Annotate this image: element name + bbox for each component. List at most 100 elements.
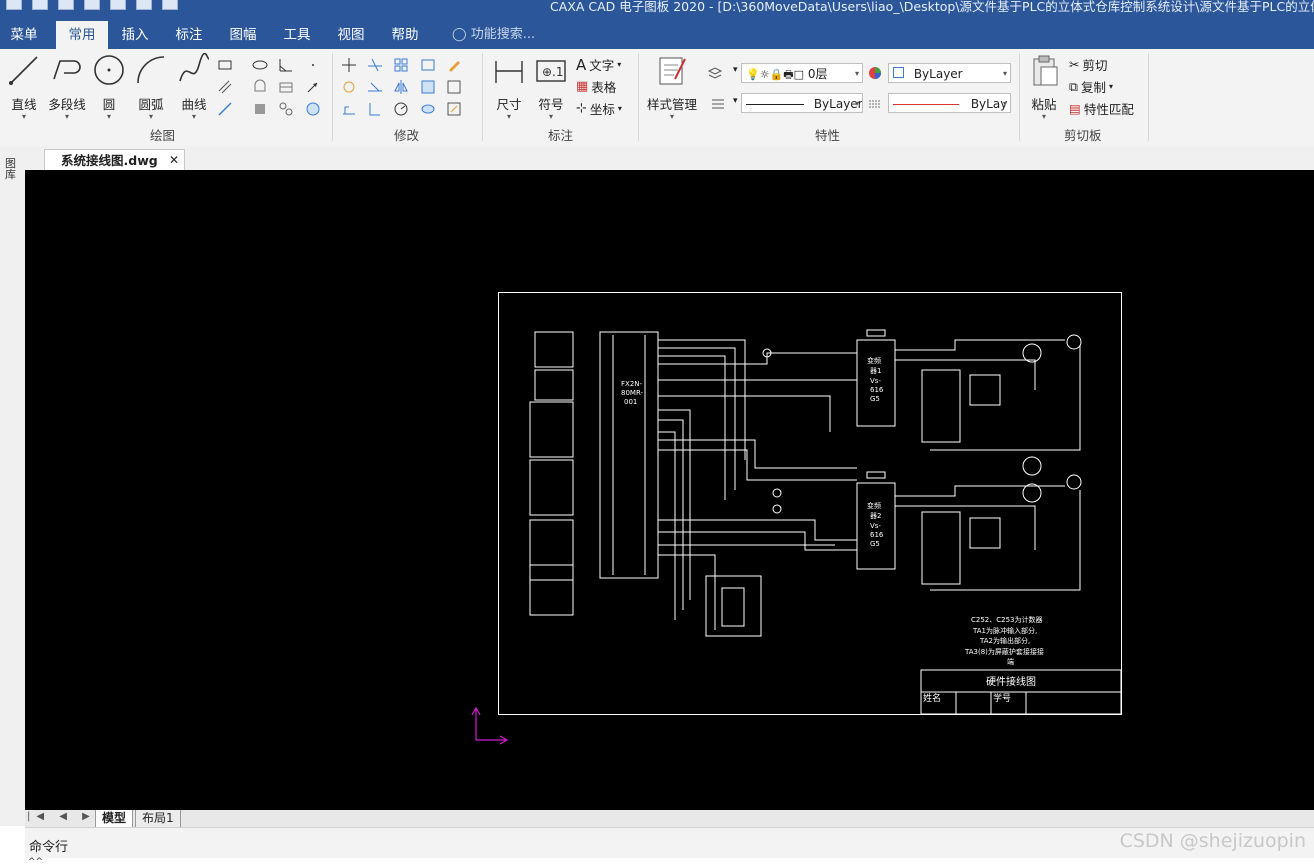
block-icon[interactable] bbox=[252, 101, 268, 117]
redo-icon[interactable] bbox=[162, 0, 178, 10]
mirror-icon[interactable] bbox=[393, 79, 409, 95]
gear-cluster-icon[interactable] bbox=[278, 101, 294, 117]
coordinate-label: 坐标 bbox=[589, 102, 615, 117]
print-icon[interactable] bbox=[110, 0, 126, 10]
chevron-down-icon: ▾ bbox=[1108, 82, 1113, 91]
chevron-down-icon: ▾ bbox=[854, 99, 859, 108]
tab-annotate[interactable]: 标注 bbox=[166, 21, 212, 49]
color-select[interactable]: ByLayer ▾ bbox=[888, 63, 1011, 83]
globe-icon[interactable] bbox=[305, 101, 321, 117]
document-tab[interactable]: 系统接线图.dwg ✕ bbox=[44, 149, 185, 170]
move-icon[interactable] bbox=[341, 57, 357, 73]
lineweight-icon[interactable] bbox=[710, 95, 726, 111]
trim-icon[interactable] bbox=[367, 57, 383, 73]
dimension-icon bbox=[495, 61, 523, 83]
ribbon-tab-bar: 菜单 常用 插入 标注 图幅 工具 视图 帮助 ◯ 功能搜索... bbox=[0, 21, 1314, 49]
layer-dropdown-arrow[interactable]: ▾ bbox=[733, 65, 738, 75]
motor-1 bbox=[1022, 343, 1042, 363]
tab-help[interactable]: 帮助 bbox=[382, 21, 428, 49]
note-line-2: TA1为脉冲输入部分, bbox=[972, 626, 1037, 635]
chevron-down-icon: ▾ bbox=[148, 112, 153, 121]
linestyle-icon[interactable] bbox=[867, 95, 883, 111]
tab-model[interactable]: 模型 bbox=[95, 810, 134, 828]
command-input[interactable]: ^^ bbox=[25, 858, 1314, 867]
edit-icon[interactable] bbox=[446, 101, 462, 117]
new-file-icon[interactable] bbox=[6, 0, 22, 10]
match-properties-button[interactable]: ▤ 特性匹配 bbox=[1069, 99, 1134, 118]
rotate-icon[interactable] bbox=[341, 79, 357, 95]
explode-icon[interactable] bbox=[393, 101, 409, 117]
extend-icon[interactable] bbox=[367, 79, 383, 95]
chevron-down-icon: ▾ bbox=[64, 112, 69, 121]
note-line-4: TA3(8)为屏蔽护套接接接 bbox=[964, 647, 1044, 656]
table-icon: ▦ bbox=[576, 79, 589, 94]
curve-button[interactable]: 曲线 ▾ bbox=[176, 52, 212, 121]
circle-button[interactable]: 圆 ▾ bbox=[92, 53, 126, 121]
construction-line-icon[interactable] bbox=[217, 101, 233, 117]
feature-search[interactable]: ◯ 功能搜索... bbox=[452, 21, 535, 49]
arc-button[interactable]: 圆弧 ▾ bbox=[133, 53, 169, 121]
break-icon[interactable] bbox=[367, 101, 383, 117]
tab-layout1[interactable]: 布局1 bbox=[135, 810, 181, 828]
undo-icon[interactable] bbox=[136, 0, 152, 10]
copy-object-icon[interactable] bbox=[341, 101, 357, 117]
leader-arrow-icon[interactable] bbox=[305, 79, 321, 95]
fillet-icon[interactable] bbox=[446, 79, 462, 95]
layer-select[interactable]: 💡☼🔒🖶□ 0层 ▾ bbox=[741, 63, 863, 83]
table-button[interactable]: ▦ 表格 bbox=[576, 77, 616, 96]
copy-button[interactable]: ⧉ 复制 ▾ bbox=[1069, 77, 1113, 96]
copy-label: 复制 bbox=[1080, 80, 1106, 95]
scale-icon[interactable] bbox=[420, 79, 436, 95]
library-panel-tab[interactable]: 图库 bbox=[5, 158, 17, 180]
save-icon[interactable] bbox=[58, 0, 74, 10]
paste-button[interactable]: 粘贴 ▾ bbox=[1026, 53, 1062, 121]
lineweight-select[interactable]: ByLay ▾ bbox=[888, 93, 1011, 113]
point-icon[interactable] bbox=[305, 57, 321, 73]
line-button[interactable]: 直线 ▾ bbox=[6, 53, 42, 121]
ellipse-icon[interactable] bbox=[252, 57, 268, 73]
text-button[interactable]: A 文字 ▾ bbox=[576, 55, 621, 74]
circle-label: 圆 bbox=[102, 97, 116, 112]
tab-sheet[interactable]: 图幅 bbox=[220, 21, 266, 49]
linetype-select[interactable]: ByLayer ▾ bbox=[741, 93, 863, 113]
angle-line-icon[interactable] bbox=[278, 57, 294, 73]
symbol-button[interactable]: ⊕.1 符号 ▾ bbox=[534, 53, 568, 121]
tab-menu[interactable]: 菜单 bbox=[0, 21, 48, 49]
inverter1-label-4: 616 bbox=[870, 386, 884, 394]
layer-manager-icon[interactable] bbox=[707, 65, 723, 81]
stretch-icon[interactable] bbox=[420, 57, 436, 73]
curve-icon bbox=[179, 52, 210, 82]
close-icon[interactable]: ✕ bbox=[169, 150, 179, 171]
hatch-icon[interactable] bbox=[278, 79, 294, 95]
open-file-icon[interactable] bbox=[32, 0, 48, 10]
library-side-panel: 图库 bbox=[0, 146, 25, 826]
style-manage-button[interactable]: 样式管理 ▾ bbox=[644, 53, 700, 121]
array-icon[interactable] bbox=[393, 57, 409, 73]
tab-insert[interactable]: 插入 bbox=[112, 21, 158, 49]
parallel-line-icon[interactable] bbox=[217, 79, 233, 95]
drawing-canvas[interactable]: FX2N- 80MR- 001 变频 器1 Vs- 616 G5 变频 器2 V… bbox=[25, 170, 1314, 810]
save-as-icon[interactable] bbox=[84, 0, 100, 10]
layout-tab-bar: |◀ ◀ ▶ ▶| 模型 布局1 bbox=[25, 810, 1314, 828]
quick-access-toolbar bbox=[6, 0, 178, 10]
tab-tools[interactable]: 工具 bbox=[274, 21, 320, 49]
color-wheel-icon[interactable] bbox=[867, 65, 883, 81]
chevron-down-icon: ▾ bbox=[548, 112, 553, 121]
tab-view[interactable]: 视图 bbox=[328, 21, 374, 49]
ribbon: 直线 ▾ 多段线 ▾ 圆 ▾ 圆弧 ▾ 曲线 ▾ 绘图 修改 尺寸 ▾ ⊕.1 … bbox=[0, 49, 1314, 147]
arc-icon bbox=[137, 56, 165, 84]
polyline-label: 多段线 bbox=[48, 97, 86, 112]
lineweight-dropdown-arrow[interactable]: ▾ bbox=[733, 96, 738, 106]
group-divider bbox=[638, 53, 639, 141]
offset-icon[interactable] bbox=[252, 79, 268, 95]
tab-common[interactable]: 常用 bbox=[56, 21, 108, 49]
chevron-down-icon: ▾ bbox=[1041, 112, 1046, 121]
rectangle-icon[interactable] bbox=[217, 57, 233, 73]
motor-2 bbox=[1022, 456, 1042, 476]
pencil-icon[interactable] bbox=[446, 57, 462, 73]
dimension-button[interactable]: 尺寸 ▾ bbox=[492, 53, 526, 121]
polyline-button[interactable]: 多段线 ▾ bbox=[46, 53, 88, 121]
chamfer-icon[interactable] bbox=[420, 101, 436, 117]
cut-button[interactable]: ✂ 剪切 bbox=[1069, 55, 1108, 74]
coordinate-button[interactable]: ⊹ 坐标 ▾ bbox=[576, 99, 622, 118]
